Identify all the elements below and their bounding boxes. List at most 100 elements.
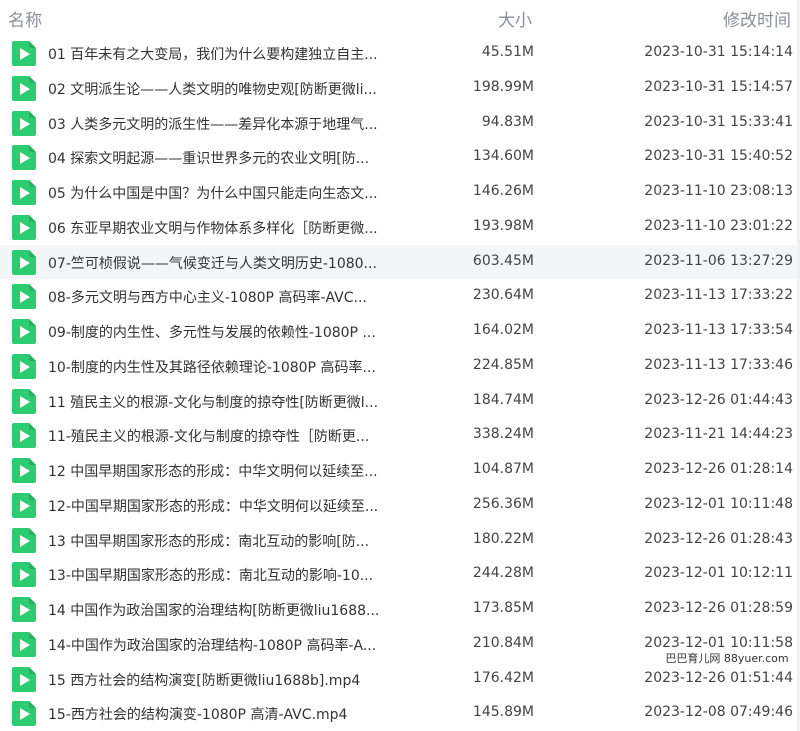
file-row[interactable]: 13-中国早期国家形态的形成：南北互动的影响-10... 244.28M 2023-… [0,557,800,592]
video-file-play-icon [12,388,36,414]
file-name[interactable]: 10-制度的内生性及其路径依赖理论-1080P 高码率... [48,357,418,377]
file-size: 176.42M [472,669,534,686]
file-name[interactable]: 13-中国早期国家形态的形成：南北互动的影响-10... [48,565,418,585]
file-modified-time: 2023-12-26 01:28:43 [644,530,793,547]
column-header-size[interactable]: 大小 [498,6,532,31]
file-name[interactable]: 09-制度的内生性、多元性与发展的依赖性-1080P ... [48,322,418,342]
file-name[interactable]: 02 文明派生论——人类文明的唯物史观[防断更微li... [48,79,418,99]
file-modified-time: 2023-12-26 01:28:14 [644,461,793,477]
file-modified-time: 2023-10-31 15:14:14 [644,44,793,60]
file-size: 230.64M [472,287,534,304]
video-file-play-icon [12,458,36,483]
video-file-play-icon [12,527,36,553]
file-name[interactable]: 12 中国早期国家形态的形成：中华文明何以延续至... [48,461,418,481]
video-file-play-icon [12,75,36,101]
file-size: 184.74M [472,391,534,408]
file-row[interactable]: 09-制度的内生性、多元性与发展的依赖性-1080P ... 164.02M 202… [0,314,800,349]
file-name[interactable]: 12-中国早期国家形态的形成：中华文明何以延续至... [48,496,418,516]
file-row[interactable]: 10-制度的内生性及其路径依赖理论-1080P 高码率... 224.85M 202… [0,349,800,384]
file-modified-time: 2023-12-01 10:11:48 [644,495,793,512]
video-file-play-icon [12,145,36,171]
video-file-play-icon [12,110,36,136]
file-name[interactable]: 01 百年未有之大变局，我们为什么要构建独立自主... [48,44,418,64]
file-name[interactable]: 14-中国作为政治国家的治理结构-1080P 高码率-A... [48,635,418,655]
watermark: 巴巴育儿网 88yuer.com [656,650,798,668]
file-name[interactable]: 08-多元文明与西方中心主义-1080P 高码率-AVC... [48,287,418,307]
file-modified-time: 2023-12-26 01:28:59 [644,600,793,616]
file-size: 256.36M [472,495,534,512]
file-modified-time: 2023-11-13 17:33:46 [644,356,793,373]
video-file-play-icon [12,41,36,66]
file-row[interactable]: 04 探索文明起源——重识世界多元的农业文明[防... 134.60M 2023-1… [0,140,800,175]
file-row[interactable]: 06 东亚早期农业文明与作物体系多样化［防断更微... 193.98M 2023-1… [0,210,800,245]
file-name[interactable]: 03 人类多元文明的派生性——差异化本源于地理气... [48,114,418,134]
file-name[interactable]: 07-竺可桢假说——气候变迁与人类文明历史-1080... [48,253,418,273]
file-name[interactable]: 13 中国早期国家形态的形成：南北互动的影响[防... [48,531,418,551]
file-modified-time: 2023-11-10 23:08:13 [644,183,793,199]
file-size: 145.89M [472,704,534,721]
file-row[interactable]: 13 中国早期国家形态的形成：南北互动的影响[防... 180.22M 2023-1… [0,523,800,558]
file-row[interactable]: 03 人类多元文明的派生性——差异化本源于地理气... 94.83M 2023-10… [0,106,800,141]
video-file-play-icon [12,180,36,205]
column-header-name[interactable]: 名称 [8,6,42,31]
video-file-play-icon [12,214,36,240]
file-list-header: 名称 大小 修改时间 [0,0,800,36]
file-name[interactable]: 05 为什么中国是中国？为什么中国只能走向生态文... [48,183,418,203]
file-modified-time: 2023-12-08 07:49:46 [644,704,793,721]
video-file-play-icon [12,597,36,622]
file-size: 210.84M [472,634,534,651]
file-name[interactable]: 11-殖民主义的根源-文化与制度的掠夺性［防断更... [48,426,418,446]
file-modified-time: 2023-11-13 17:33:54 [644,322,793,338]
file-name[interactable]: 06 东亚早期农业文明与作物体系多样化［防断更微... [48,218,418,238]
file-modified-time: 2023-11-10 23:01:22 [644,217,793,234]
file-size: 94.83M [481,113,534,130]
file-row[interactable]: 01 百年未有之大变局，我们为什么要构建独立自主... 45.51M 2023-10… [0,36,800,71]
file-size: 603.45M [472,252,534,269]
file-modified-time: 2023-11-06 13:27:29 [644,252,793,269]
file-size: 338.24M [472,426,534,443]
video-file-play-icon [12,492,36,518]
file-row[interactable]: 12-中国早期国家形态的形成：中华文明何以延续至... 256.36M 2023-1… [0,488,800,523]
file-row[interactable]: 15-西方社会的结构演变-1080P 高清-AVC.mp4 145.89M 2023… [0,696,800,731]
file-size: 164.02M [472,322,534,338]
file-size: 244.28M [472,565,534,582]
video-file-play-icon [12,666,36,692]
video-file-play-icon [12,423,36,449]
video-file-play-icon [12,701,36,727]
file-modified-time: 2023-10-31 15:40:52 [644,148,793,165]
file-size: 198.99M [472,78,534,95]
file-modified-time: 2023-10-31 15:33:41 [644,113,793,130]
file-modified-time: 2023-11-21 14:44:23 [644,426,793,443]
file-row[interactable]: 14 中国作为政治国家的治理结构[防断更微liu1688... 173.85M 20… [0,592,800,627]
file-row[interactable]: 11 殖民主义的根源-文化与制度的掠夺性[防断更微l... 184.74M 2023… [0,384,800,419]
file-size: 180.22M [472,530,534,547]
file-size: 45.51M [481,44,534,60]
file-modified-time: 2023-11-13 17:33:22 [644,287,793,304]
file-name[interactable]: 15-西方社会的结构演变-1080P 高清-AVC.mp4 [48,704,418,724]
file-size: 224.85M [472,356,534,373]
video-file-play-icon [12,562,36,588]
video-file-play-icon [12,631,36,657]
file-name[interactable]: 04 探索文明起源——重识世界多元的农业文明[防... [48,148,418,168]
file-name[interactable]: 15 西方社会的结构演变[防断更微liu1688b].mp4 [48,670,418,690]
file-modified-time: 2023-12-26 01:51:44 [644,669,793,686]
file-row[interactable]: 05 为什么中国是中国？为什么中国只能走向生态文... 146.26M 2023-1… [0,175,800,210]
video-file-play-icon [12,249,36,275]
file-row[interactable]: 07-竺可桢假说——气候变迁与人类文明历史-1080... 603.45M 2023… [0,244,800,280]
file-modified-time: 2023-12-01 10:12:11 [644,565,793,582]
file-row[interactable]: 02 文明派生论——人类文明的唯物史观[防断更微li... 198.99M 2023… [0,71,800,106]
file-name[interactable]: 11 殖民主义的根源-文化与制度的掠夺性[防断更微l... [48,392,418,412]
file-size: 146.26M [472,183,534,199]
column-header-modified[interactable]: 修改时间 [723,6,791,31]
file-size: 173.85M [472,600,534,616]
video-file-play-icon [12,284,36,310]
file-row[interactable]: 08-多元文明与西方中心主义-1080P 高码率-AVC... 230.64M 20… [0,279,800,314]
video-file-play-icon [12,353,36,379]
file-row[interactable]: 12 中国早期国家形态的形成：中华文明何以延续至... 104.87M 2023-1… [0,453,800,488]
file-modified-time: 2023-12-26 01:44:43 [644,391,793,408]
file-size: 104.87M [472,461,534,477]
file-row[interactable]: 11-殖民主义的根源-文化与制度的掠夺性［防断更... 338.24M 2023-1… [0,418,800,453]
file-size: 134.60M [472,148,534,165]
file-size: 193.98M [472,217,534,234]
file-name[interactable]: 14 中国作为政治国家的治理结构[防断更微liu1688... [48,600,418,620]
